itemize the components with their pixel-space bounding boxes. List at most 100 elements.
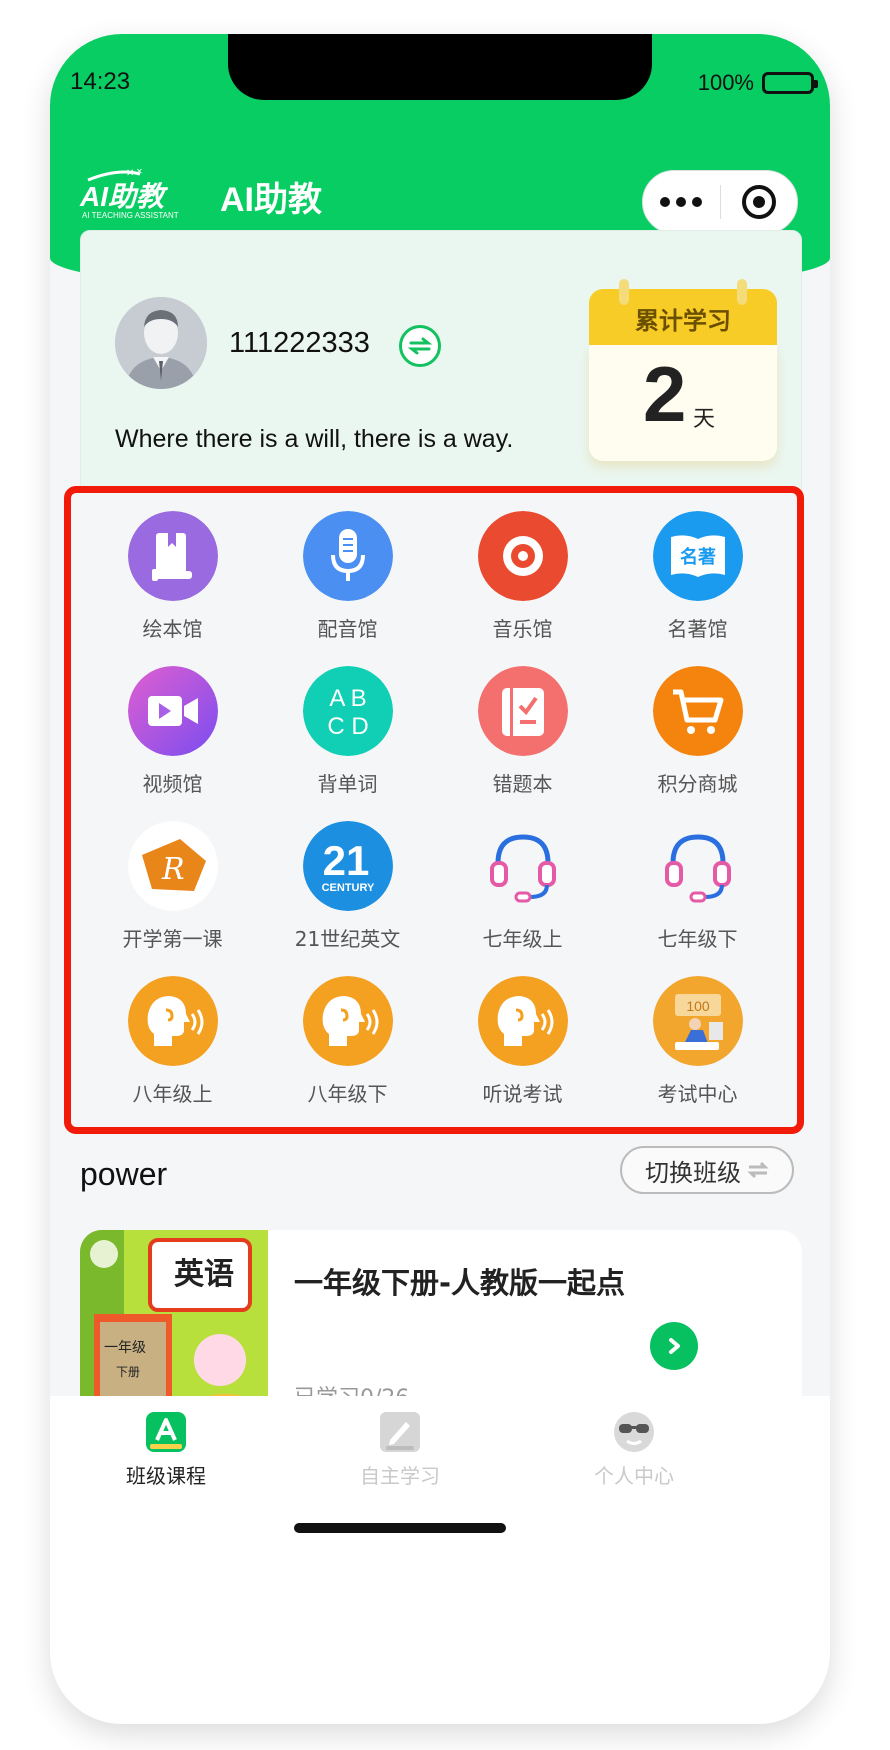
bottom-tab-bar: 班级课程 自主学习 个人中心 — [50, 1396, 830, 1724]
feature-label: 七年级上 — [482, 927, 563, 951]
profile-card: 111222333 Where there is a will, there i… — [80, 230, 802, 504]
speaking-head-icon — [302, 976, 393, 1066]
tab-label: 个人中心 — [594, 1464, 674, 1488]
battery-icon — [762, 72, 818, 94]
logo-text: AI助教 — [79, 181, 169, 212]
picture-book-icon — [127, 511, 218, 601]
classics-book-icon: 名著 — [652, 511, 743, 601]
class-header: power 切换班级 — [80, 1146, 802, 1202]
study-days-unit: 天 — [693, 407, 716, 432]
switch-arrows-icon — [747, 1161, 769, 1179]
avatar[interactable] — [115, 297, 207, 389]
speaking-head-icon — [477, 976, 568, 1066]
feature-item[interactable]: 积分商城 — [610, 666, 785, 821]
microphone-icon — [302, 511, 393, 601]
feature-item[interactable]: 绘本馆 — [85, 511, 260, 666]
feature-grid: 绘本馆 配音馆 音乐馆 名著名著馆视频馆 A BC D 背单词 错题本 积分商城 R 开学第一课 2… — [85, 511, 785, 1131]
mistake-notebook-icon — [477, 666, 568, 756]
feature-label: 配音馆 — [317, 617, 378, 641]
open-course-button[interactable] — [650, 1322, 698, 1370]
feature-label: 错题本 — [492, 772, 553, 796]
class-name: power — [80, 1156, 168, 1192]
feature-label: 积分商城 — [657, 772, 738, 796]
record-icon — [477, 511, 568, 601]
study-days-calendar: 累计学习 2 天 — [589, 279, 777, 461]
speaking-head-icon — [127, 976, 218, 1066]
switch-class-button[interactable]: 切换班级 — [620, 1146, 794, 1194]
app-logo: ✕ ✕ AI助教 AI TEACHING ASSISTANT — [78, 166, 198, 220]
feature-item[interactable]: R 开学第一课 — [85, 821, 260, 976]
tab-self-study[interactable]: 自主学习 — [320, 1410, 480, 1489]
switch-account-icon[interactable] — [399, 325, 441, 367]
feature-item[interactable]: 七年级上 — [435, 821, 610, 976]
class-course-icon — [146, 1412, 186, 1452]
feature-label: 21世纪英文 — [294, 927, 401, 951]
feature-label: 视频馆 — [142, 772, 203, 796]
first-lesson-logo-icon: R — [127, 821, 218, 911]
svg-text:✕: ✕ — [126, 168, 134, 179]
motto-text: Where there is a will, there is a way. — [115, 425, 514, 453]
tab-class-course[interactable]: 班级课程 — [86, 1410, 246, 1489]
username: 111222333 — [229, 327, 370, 359]
course-title: 一年级下册-人教版一起点 — [294, 1266, 626, 1300]
feature-item[interactable]: 21 CENTURY 21世纪英文 — [260, 821, 435, 976]
feature-item[interactable]: A BC D 背单词 — [260, 666, 435, 821]
close-mini-program-button[interactable] — [721, 185, 798, 219]
tab-label: 自主学习 — [360, 1464, 440, 1488]
svg-text:A B: A B — [329, 685, 366, 712]
feature-label: 考试中心 — [657, 1082, 738, 1106]
svg-text:名著: 名著 — [680, 546, 716, 568]
svg-text:CENTURY: CENTURY — [321, 882, 374, 894]
svg-text:C D: C D — [327, 713, 368, 740]
status-time: 14:23 — [70, 68, 131, 95]
feature-label: 背单词 — [317, 772, 378, 796]
feature-item[interactable]: 音乐馆 — [435, 511, 610, 666]
feature-item[interactable]: 视频馆 — [85, 666, 260, 821]
feature-item[interactable]: 100 考试中心 — [610, 976, 785, 1131]
device-notch — [228, 34, 652, 100]
feature-label: 音乐馆 — [492, 617, 553, 641]
video-camera-icon — [127, 666, 218, 756]
svg-text:R: R — [161, 852, 185, 887]
21st-century-logo-icon: 21 CENTURY — [302, 821, 393, 911]
home-indicator — [294, 1523, 506, 1533]
logo-subtext: AI TEACHING ASSISTANT — [82, 211, 179, 220]
headset-icon — [653, 821, 743, 911]
study-days-label: 累计学习 — [589, 289, 777, 347]
battery-percent: 100% — [697, 70, 754, 95]
feature-item[interactable]: 错题本 — [435, 666, 610, 821]
status-battery: 100% — [697, 70, 818, 96]
svg-text:100: 100 — [686, 998, 710, 1014]
feature-item[interactable]: 八年级上 — [85, 976, 260, 1131]
self-study-icon — [380, 1412, 420, 1452]
tab-label: 班级课程 — [126, 1464, 206, 1488]
feature-item[interactable]: 八年级下 — [260, 976, 435, 1131]
tab-personal-center[interactable]: 个人中心 — [554, 1410, 714, 1489]
feature-label: 八年级下 — [307, 1082, 388, 1106]
phone-frame: 14:23 100% ✕ ✕ AI助教 AI TEACHING ASSISTAN… — [50, 34, 830, 1724]
feature-item[interactable]: 名著 名著馆 — [610, 511, 785, 666]
feature-label: 听说考试 — [482, 1082, 563, 1106]
feature-label: 八年级上 — [132, 1082, 213, 1106]
mini-program-capsule — [642, 170, 798, 234]
book-title: 英语 — [174, 1257, 234, 1292]
svg-text:21: 21 — [322, 837, 369, 884]
feature-grid-highlight: 绘本馆 配音馆 音乐馆 名著名著馆视频馆 A BC D 背单词 错题本 积分商城 R 开学第一课 2… — [64, 486, 804, 1134]
personal-center-icon — [614, 1412, 654, 1452]
feature-label: 开学第一课 — [122, 927, 223, 951]
feature-item[interactable]: 配音馆 — [260, 511, 435, 666]
shopping-cart-icon — [652, 666, 743, 756]
more-menu-button[interactable] — [643, 197, 720, 207]
exam-center-icon: 100 — [652, 976, 743, 1066]
chevron-right-icon — [669, 1338, 680, 1354]
abcd-icon: A BC D — [302, 666, 393, 756]
svg-text:✕: ✕ — [136, 167, 143, 176]
navigation-bar: ✕ ✕ AI助教 AI TEACHING ASSISTANT AI助教 — [50, 144, 830, 236]
book-grade: 一年级 — [104, 1340, 146, 1356]
book-volume: 下册 — [116, 1365, 140, 1379]
target-icon — [741, 185, 776, 219]
feature-label: 名著馆 — [667, 617, 728, 641]
feature-item[interactable]: 听说考试 — [435, 976, 610, 1131]
feature-item[interactable]: 七年级下 — [610, 821, 785, 976]
feature-label: 七年级下 — [657, 927, 738, 951]
